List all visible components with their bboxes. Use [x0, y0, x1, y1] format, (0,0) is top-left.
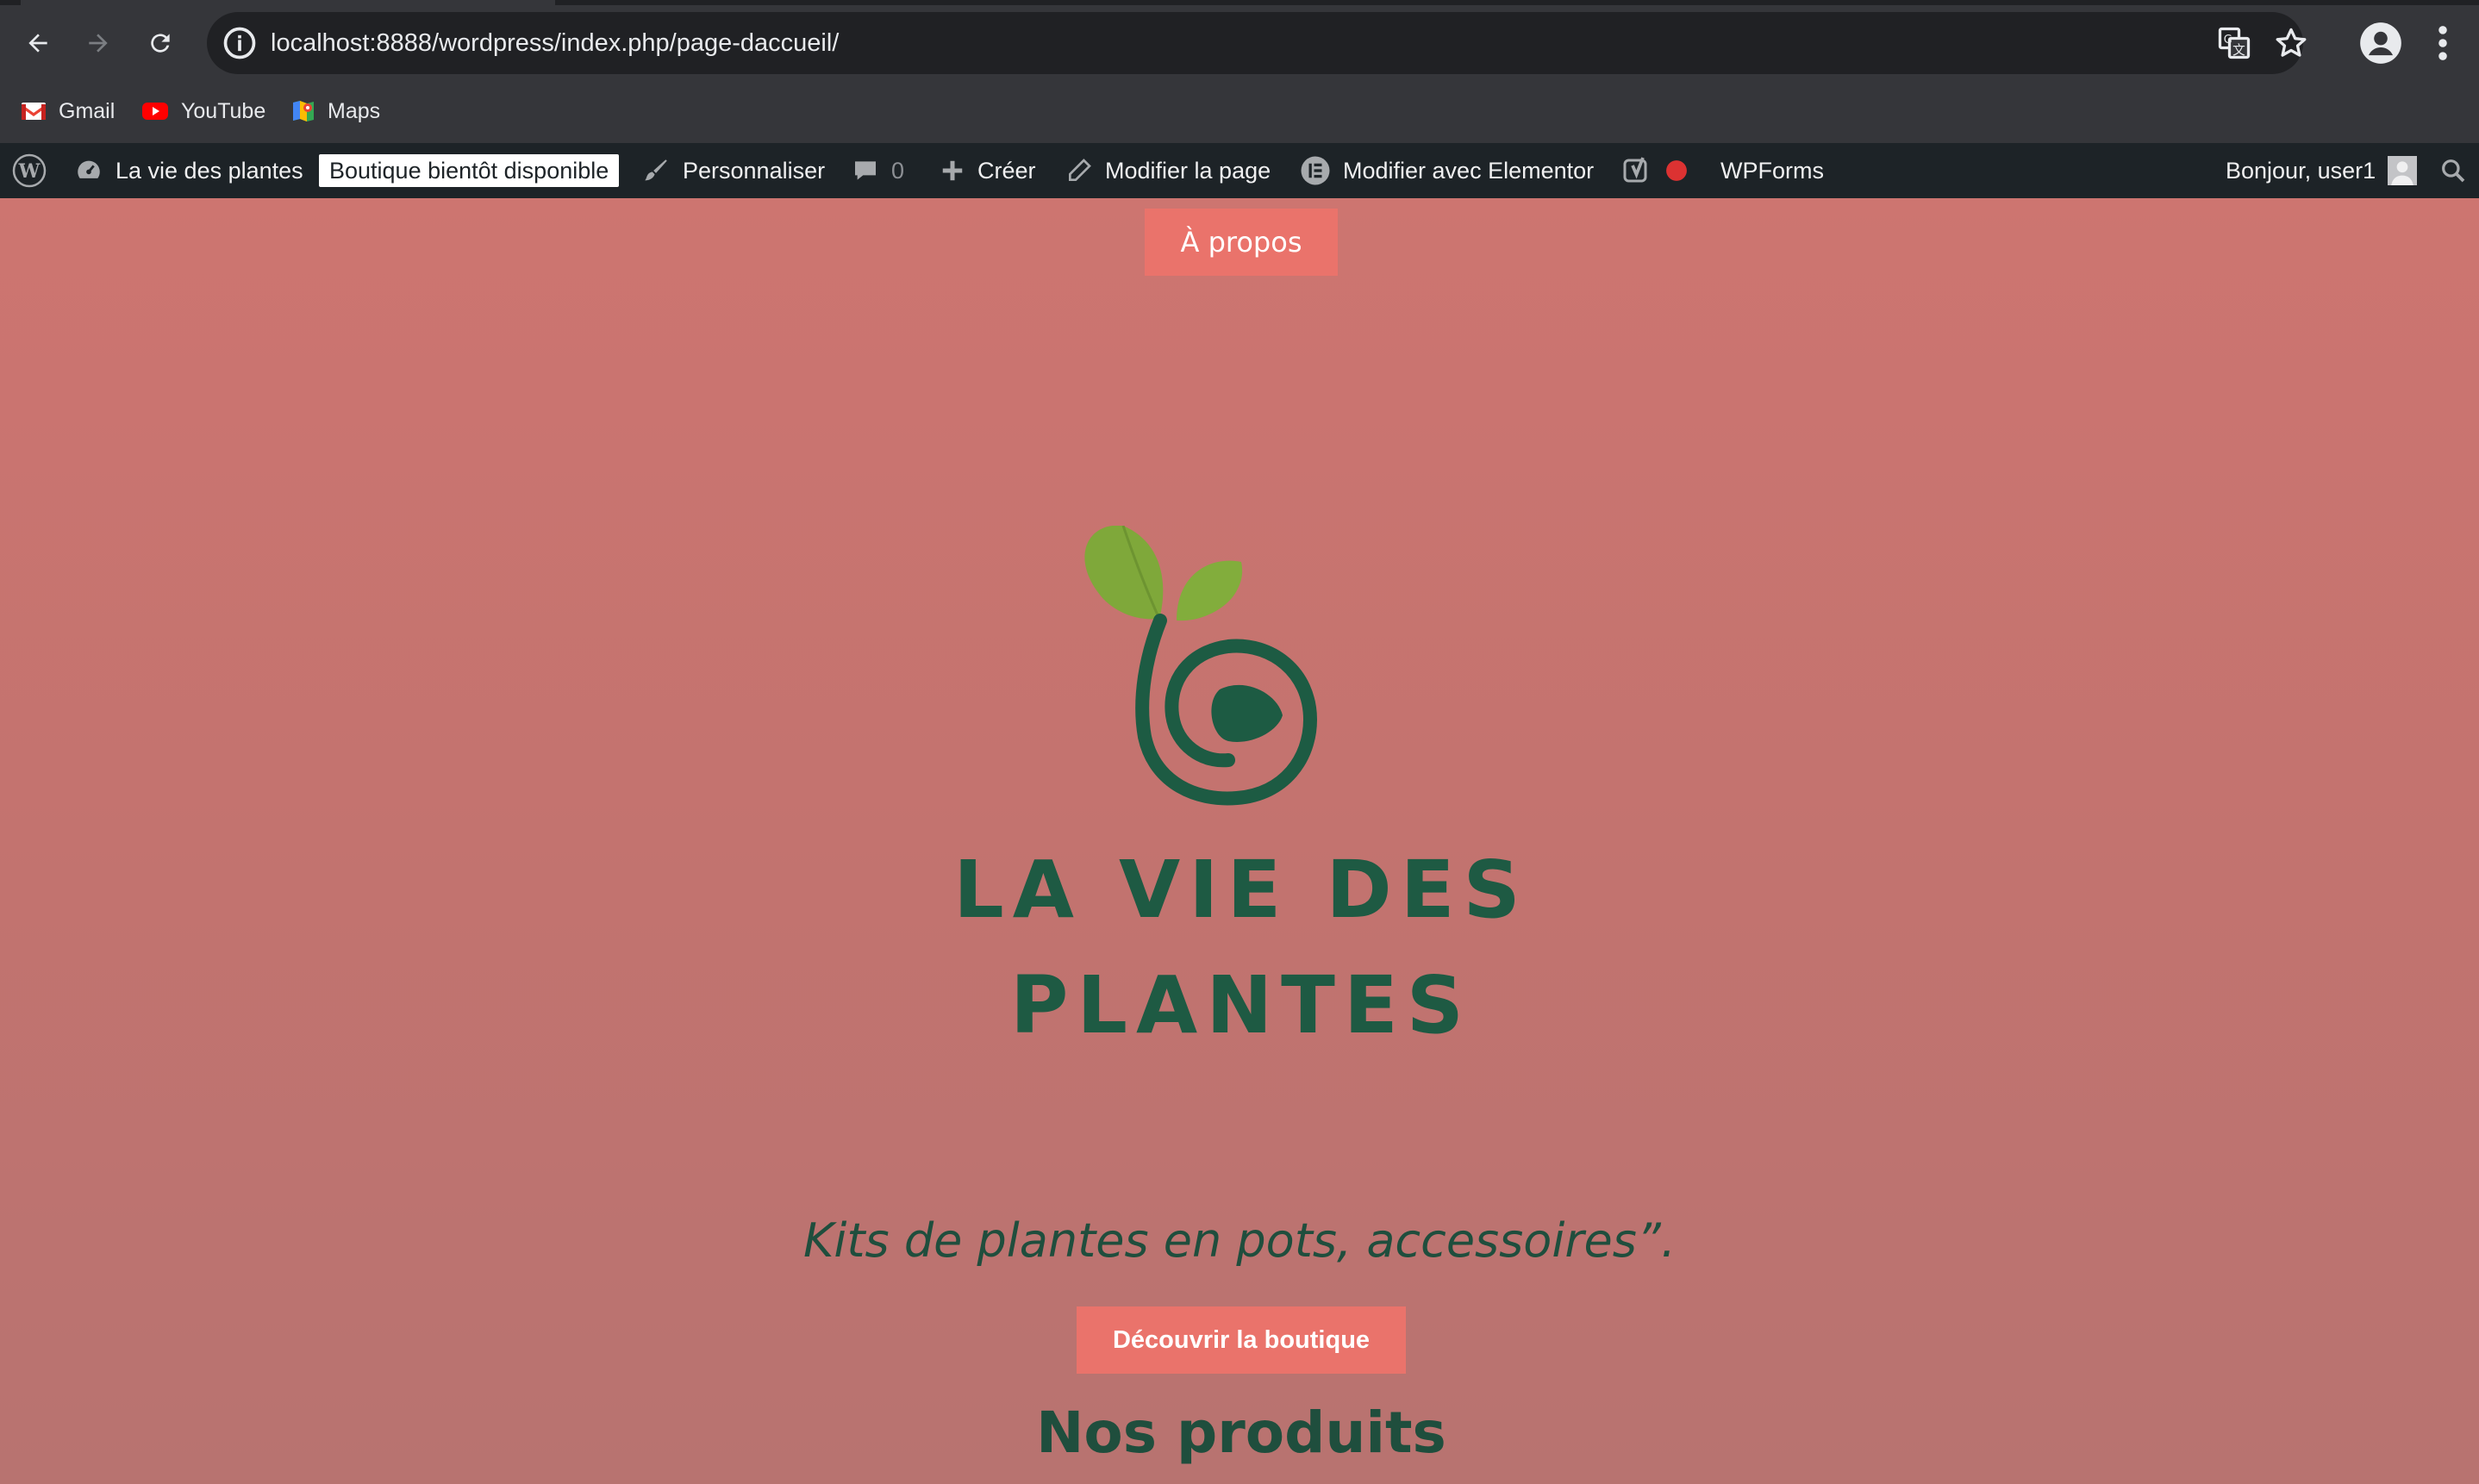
bookmark-star-icon[interactable]	[2272, 24, 2310, 62]
wordpress-menu[interactable]: W	[12, 143, 47, 198]
wp-admin-bar: W La vie des plantes Boutique bientôt di…	[0, 143, 2479, 198]
url-text[interactable]: localhost:8888/wordpress/index.php/page-…	[271, 12, 839, 74]
brand-line-2: PLANTES	[1009, 959, 1473, 1051]
bookmark-gmail[interactable]: Gmail	[21, 86, 115, 136]
translate-icon[interactable]: 文 G	[2215, 24, 2253, 62]
bookmark-label: YouTube	[181, 98, 266, 123]
customize-label: Personnaliser	[683, 157, 826, 184]
avatar	[2388, 156, 2418, 185]
arrow-right-icon	[89, 34, 108, 53]
yoast-seo-menu[interactable]	[1622, 143, 1688, 198]
my-account-menu[interactable]: Bonjour, user1	[2226, 143, 2418, 198]
discover-shop-button[interactable]: Découvrir la boutique	[1077, 1306, 1406, 1374]
active-tab[interactable]	[21, 0, 555, 5]
browser-toolbar: localhost:8888/wordpress/index.php/page-…	[0, 0, 2479, 86]
products-heading: Nos produits	[1036, 1400, 1446, 1466]
new-content-label: Créer	[977, 157, 1036, 184]
store-status-badge[interactable]: Boutique bientôt disponible	[319, 143, 620, 198]
bookmark-youtube[interactable]: YouTube	[141, 86, 265, 136]
profile-icon[interactable]	[2358, 21, 2403, 65]
tab-strip	[0, 0, 2479, 5]
comments-count: 0	[891, 157, 905, 184]
edit-page-menu[interactable]: Modifier la page	[1065, 143, 1271, 198]
reload-button[interactable]	[136, 19, 184, 67]
back-button[interactable]	[14, 19, 62, 67]
seo-status-dot-icon	[1666, 160, 1687, 181]
edit-page-label: Modifier la page	[1105, 157, 1271, 184]
bookmark-label: Gmail	[59, 98, 116, 123]
brand-line-1: LA VIE DES	[953, 844, 1529, 936]
site-name-menu[interactable]: La vie des plantes	[74, 143, 303, 198]
plus-icon	[942, 160, 963, 181]
customize-menu[interactable]: Personnaliser	[641, 143, 825, 198]
edit-with-elementor-menu[interactable]: Modifier avec Elementor	[1300, 143, 1594, 198]
maps-icon	[293, 101, 314, 122]
wordpress-logo-icon: W	[12, 153, 47, 188]
comments-menu[interactable]: 0	[852, 143, 904, 198]
reload-icon	[151, 34, 170, 53]
admin-search[interactable]	[2439, 143, 2467, 198]
edit-elementor-label: Modifier avec Elementor	[1343, 157, 1595, 184]
elementor-icon	[1301, 156, 1330, 185]
bookmarks-bar: Gmail YouTube Maps	[0, 86, 2479, 143]
site-name-label: La vie des plantes	[116, 157, 303, 184]
about-nav-button[interactable]: À propos	[1145, 209, 1338, 276]
pencil-icon	[1069, 159, 1091, 181]
youtube-icon	[142, 103, 168, 120]
yoast-icon	[1623, 157, 1647, 183]
svg-text:文: 文	[2232, 43, 2245, 58]
site-info-icon[interactable]	[221, 24, 259, 62]
bookmark-maps[interactable]: Maps	[291, 86, 380, 136]
page-content: À propos LA VIE DES PLANTES Kits de plan…	[0, 198, 2479, 1484]
svg-text:W: W	[18, 160, 41, 183]
address-bar[interactable]: localhost:8888/wordpress/index.php/page-…	[207, 12, 2307, 74]
wpforms-label: WPForms	[1720, 157, 1824, 184]
greeting-label: Bonjour, user1	[2226, 157, 2376, 184]
comment-bubble-icon	[855, 161, 876, 180]
tagline: Kits de plantes en pots, accessoires”.	[802, 1213, 1677, 1268]
paintbrush-icon	[645, 159, 667, 181]
gmail-icon	[22, 103, 46, 120]
svg-text:G: G	[2224, 34, 2232, 47]
search-icon	[2442, 159, 2465, 183]
brand-title: LA VIE DES PLANTES	[931, 832, 1552, 1063]
more-menu-icon[interactable]	[2426, 21, 2460, 65]
new-content-menu[interactable]: Créer	[940, 143, 1036, 198]
bookmark-label: Maps	[328, 98, 381, 123]
arrow-left-icon	[28, 34, 47, 53]
dashboard-gauge-icon	[78, 160, 100, 178]
status-badge-label: Boutique bientôt disponible	[319, 154, 620, 187]
forward-button[interactable]	[74, 19, 122, 67]
wpforms-menu[interactable]: WPForms	[1720, 143, 1824, 198]
